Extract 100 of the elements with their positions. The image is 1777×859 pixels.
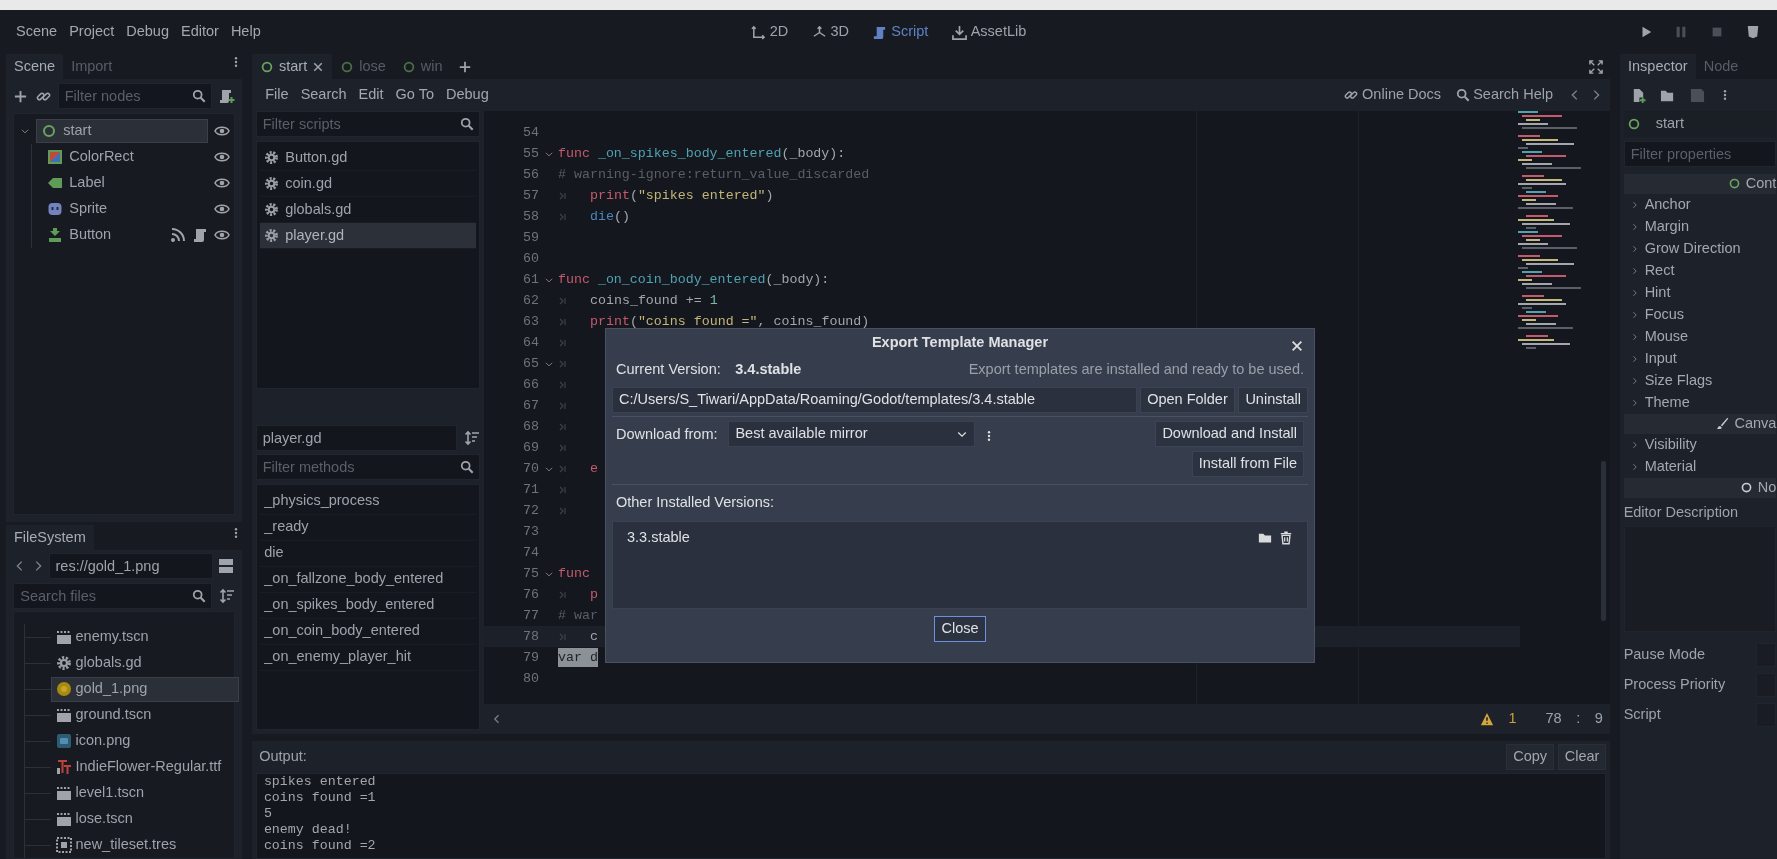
scrollbar[interactable] bbox=[1601, 461, 1606, 621]
menu-item[interactable]: Edit bbox=[352, 84, 390, 106]
script-item[interactable]: coin.gd bbox=[260, 171, 476, 198]
add-tab-icon[interactable] bbox=[457, 59, 472, 74]
add-script-icon[interactable] bbox=[218, 88, 235, 104]
filesystem-entry[interactable]: level1.tscn bbox=[51, 780, 240, 806]
mirror-dropdown[interactable]: Best available mirror bbox=[728, 420, 976, 447]
path-field[interactable]: res://gold_1.png bbox=[48, 552, 214, 579]
property-group[interactable]: Mouse bbox=[1623, 325, 1777, 348]
sort-icon[interactable] bbox=[218, 588, 235, 605]
warning-count[interactable]: 1 bbox=[1508, 708, 1517, 730]
filesystem-entry[interactable]: IndieFlower-Regular.ttf bbox=[51, 754, 240, 780]
help-link[interactable]: Search Help bbox=[1455, 84, 1553, 106]
property-group[interactable]: Hint bbox=[1623, 281, 1777, 304]
method-item[interactable]: _on_enemy_player_hit bbox=[260, 644, 476, 671]
workspace-tab[interactable]: 3D bbox=[803, 19, 858, 45]
warning-icon[interactable] bbox=[1479, 712, 1494, 726]
method-item[interactable]: die bbox=[260, 540, 476, 567]
section-header[interactable]: Canva bbox=[1623, 413, 1777, 434]
shield-icon[interactable] bbox=[1745, 25, 1760, 39]
gear-icon bbox=[264, 150, 280, 166]
script-item[interactable]: player.gd bbox=[260, 223, 476, 250]
scene-node[interactable]: Sprite bbox=[42, 196, 208, 221]
cursor-separator: : bbox=[1576, 709, 1581, 729]
dock-tab[interactable]: FileSystem bbox=[6, 525, 94, 551]
output-button[interactable]: Copy bbox=[1506, 744, 1555, 771]
workspace-tab[interactable]: AssetLib bbox=[943, 19, 1035, 45]
code-token: func bbox=[558, 564, 590, 583]
menu-item[interactable]: Go To bbox=[389, 84, 440, 106]
filter-scripts-field[interactable]: Filter scripts bbox=[255, 111, 481, 137]
editor-tab[interactable]: start bbox=[252, 54, 333, 79]
property-group[interactable]: Theme bbox=[1623, 391, 1777, 414]
method-item[interactable]: _on_fallzone_body_entered bbox=[260, 566, 476, 593]
script-icon[interactable] bbox=[191, 226, 208, 243]
method-item[interactable]: _physics_process bbox=[260, 488, 476, 515]
add-icon[interactable] bbox=[13, 88, 29, 104]
menu-item[interactable]: Search bbox=[294, 84, 353, 106]
method-item[interactable]: _ready bbox=[260, 514, 476, 541]
filesystem-entry[interactable]: lose.tscn bbox=[51, 806, 240, 832]
filesystem-entry[interactable]: enemy.tscn bbox=[51, 624, 240, 650]
download-icon bbox=[951, 24, 967, 40]
menu-item[interactable]: Debug bbox=[440, 84, 495, 106]
cursor-line: 78 bbox=[1545, 709, 1562, 729]
property-group[interactable]: Margin bbox=[1623, 215, 1777, 238]
method-item[interactable]: _on_spikes_body_entered bbox=[260, 592, 476, 619]
sort-icon[interactable] bbox=[464, 429, 481, 446]
menu-item[interactable]: Project bbox=[63, 21, 121, 43]
property-group[interactable]: Grow Direction bbox=[1623, 237, 1777, 260]
dialog-button[interactable]: Download and Install bbox=[1155, 420, 1304, 447]
section-header[interactable]: Cont bbox=[1623, 173, 1777, 194]
workspace-tab[interactable]: Script bbox=[864, 19, 937, 45]
menu-item[interactable]: Scene bbox=[10, 21, 64, 43]
dock-tab[interactable]: Scene bbox=[6, 54, 64, 79]
filter-methods-field[interactable]: Filter methods bbox=[255, 454, 481, 481]
font-icon bbox=[55, 759, 72, 775]
split-view-icon[interactable] bbox=[216, 557, 235, 574]
menu-item[interactable]: File bbox=[259, 84, 295, 106]
search-files-field[interactable]: Search files bbox=[13, 583, 212, 610]
method-item[interactable]: _on_coin_body_entered bbox=[260, 618, 476, 645]
scene-node[interactable]: ColorRect bbox=[42, 144, 208, 169]
filesystem-entry[interactable]: gold_1.png bbox=[51, 676, 240, 702]
dock-tab[interactable]: Inspector bbox=[1620, 54, 1696, 79]
property-group[interactable]: Material bbox=[1623, 455, 1777, 478]
property-group[interactable]: Input bbox=[1623, 347, 1777, 370]
filesystem-entry[interactable]: ground.tscn bbox=[51, 702, 240, 728]
menu-item[interactable]: Editor bbox=[175, 21, 225, 43]
property-group[interactable]: Size Flags bbox=[1623, 369, 1777, 392]
menu-item[interactable]: Debug bbox=[120, 21, 175, 43]
output-label: Output: bbox=[258, 747, 307, 767]
path-field[interactable]: C:/Users/S_Tiwari/AppData/Roaming/Godot/templates/3.4.stable bbox=[612, 386, 1137, 413]
code-token: _on_spikes_body_entered bbox=[597, 144, 782, 163]
help-link[interactable]: Online Docs bbox=[1344, 84, 1442, 106]
script-item[interactable]: Button.gd bbox=[260, 145, 476, 172]
filter-nodes-field[interactable]: Filter nodes bbox=[57, 83, 212, 109]
workspace-tab[interactable]: 2D bbox=[742, 19, 797, 45]
property-group[interactable]: Rect bbox=[1623, 259, 1777, 282]
property-group[interactable]: Anchor bbox=[1623, 193, 1777, 216]
dialog-button[interactable]: Open Folder bbox=[1140, 386, 1235, 413]
fullscreen-icon[interactable] bbox=[1588, 59, 1603, 74]
section-header[interactable]: No bbox=[1623, 477, 1777, 498]
close-button[interactable]: Close bbox=[934, 616, 986, 643]
filter-properties-field[interactable]: Filter properties bbox=[1623, 140, 1777, 167]
menu-item[interactable]: Help bbox=[224, 21, 267, 43]
trash-icon[interactable] bbox=[1279, 531, 1293, 545]
scene-node[interactable]: start bbox=[36, 118, 208, 143]
filesystem-entry[interactable]: new_tileset.tres bbox=[51, 832, 240, 858]
scene-node[interactable]: Label bbox=[42, 170, 208, 195]
folder-icon[interactable] bbox=[1257, 531, 1272, 545]
signal-icon[interactable] bbox=[169, 226, 186, 243]
property-group[interactable]: Focus bbox=[1623, 303, 1777, 326]
dialog-button[interactable]: Uninstall bbox=[1238, 386, 1308, 413]
scene-node[interactable]: Button bbox=[42, 222, 164, 247]
close-icon[interactable] bbox=[312, 60, 325, 73]
filesystem-entry[interactable]: globals.gd bbox=[51, 650, 240, 676]
output-button[interactable]: Clear bbox=[1557, 744, 1607, 771]
property-group[interactable]: Visibility bbox=[1623, 433, 1777, 456]
close-icon[interactable] bbox=[1290, 339, 1304, 354]
current-script-field[interactable]: player.gd bbox=[255, 424, 458, 451]
filesystem-entry[interactable]: icon.png bbox=[51, 728, 240, 754]
dialog-button[interactable]: Install from File bbox=[1191, 450, 1304, 477]
